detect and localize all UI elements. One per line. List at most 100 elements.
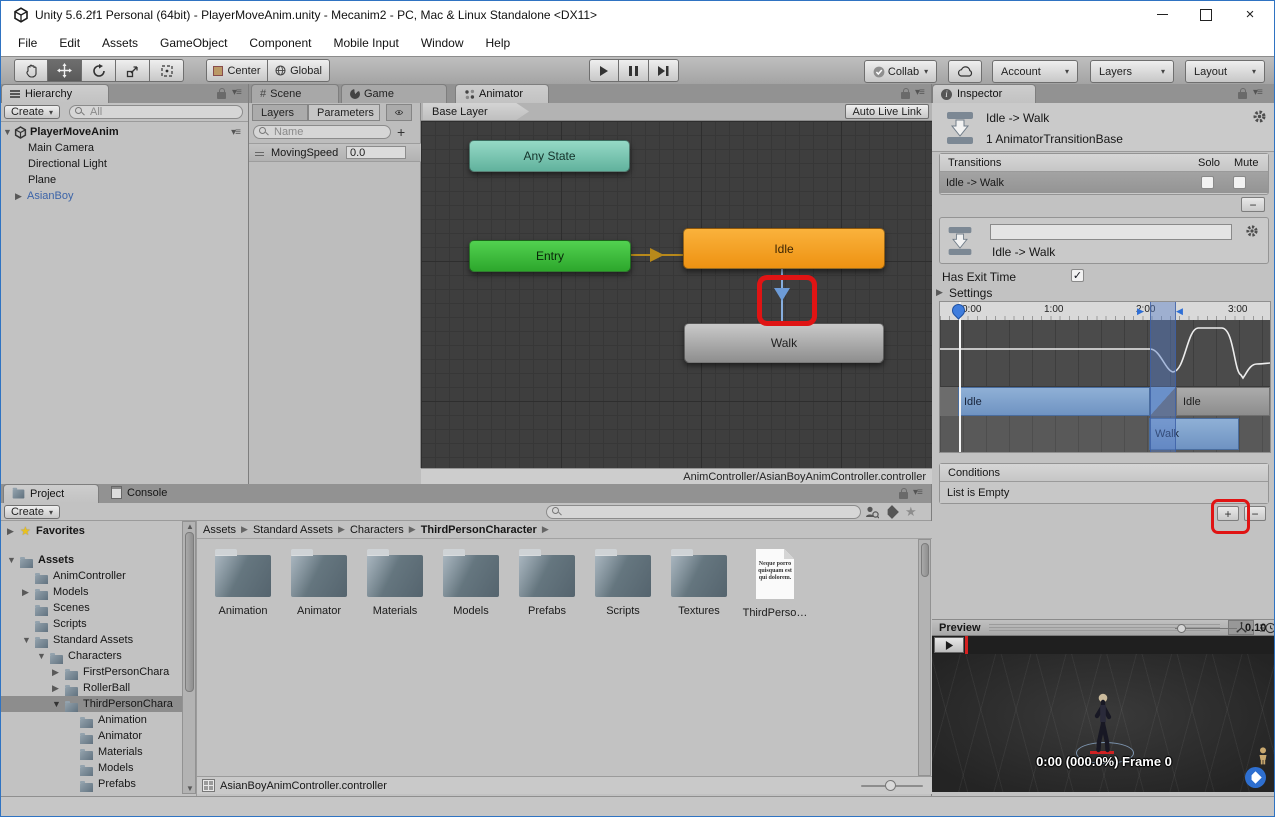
scroll-down-icon[interactable]: ▼ bbox=[186, 784, 194, 793]
settings-label[interactable]: Settings bbox=[949, 286, 992, 300]
tree-item-thirdpersoncharacter-selected[interactable]: ▼ThirdPersonChara bbox=[1, 696, 197, 712]
idle-next-clip-bar[interactable]: Idle bbox=[1176, 387, 1270, 416]
gear-icon[interactable] bbox=[1245, 224, 1259, 238]
crumb-characters[interactable]: Characters bbox=[350, 524, 404, 536]
cloud-button[interactable] bbox=[948, 60, 982, 83]
hierarchy-item-main-camera[interactable]: Main Camera bbox=[1, 140, 248, 156]
preview-play-button[interactable] bbox=[934, 637, 964, 653]
menu-gameobject[interactable]: GameObject bbox=[149, 36, 238, 50]
preview-speed-slider-knob[interactable] bbox=[1177, 624, 1186, 633]
project-search-input[interactable] bbox=[565, 505, 855, 519]
layers-tab[interactable]: Layers bbox=[252, 104, 308, 121]
step-button[interactable] bbox=[649, 59, 679, 82]
transition-name-field[interactable] bbox=[990, 224, 1232, 240]
folder-scripts[interactable]: Scripts bbox=[587, 547, 659, 617]
animator-view-tab[interactable]: Animator bbox=[455, 84, 549, 103]
hierarchy-item-asianboy[interactable]: ▶ AsianBoy bbox=[1, 188, 248, 204]
tree-item-animcontroller[interactable]: AnimController bbox=[1, 568, 181, 584]
tree-item-assets[interactable]: ▼Assets bbox=[1, 552, 181, 568]
hand-tool-button[interactable] bbox=[14, 59, 48, 82]
crumb-standard-assets[interactable]: Standard Assets bbox=[253, 524, 333, 536]
grid-scrollbar-thumb[interactable] bbox=[921, 543, 929, 577]
gear-icon[interactable] bbox=[1252, 109, 1267, 124]
pivot-global-button[interactable]: Global bbox=[268, 59, 330, 82]
hierarchy-create-button[interactable]: Create▾ bbox=[4, 105, 60, 119]
layers-button[interactable]: Layers▾ bbox=[1090, 60, 1174, 83]
tag-button[interactable] bbox=[1245, 767, 1266, 788]
hierarchy-item-directional-light[interactable]: Directional Light bbox=[1, 156, 248, 172]
settings-foldout-icon[interactable]: ▶ bbox=[936, 287, 943, 298]
project-create-button[interactable]: Create▾ bbox=[4, 505, 60, 519]
playhead-line[interactable] bbox=[959, 302, 961, 452]
panel-menu-icon[interactable]: ▾≡ bbox=[1253, 87, 1262, 98]
tree-item-animation[interactable]: Animation bbox=[1, 712, 181, 728]
tree-item-rollerball[interactable]: ▶RollerBall bbox=[1, 680, 181, 696]
game-view-tab[interactable]: Game bbox=[341, 84, 447, 103]
close-button[interactable]: × bbox=[1228, 1, 1272, 28]
search-by-label-icon[interactable] bbox=[885, 505, 899, 519]
scroll-up-icon[interactable]: ▲ bbox=[186, 522, 194, 531]
parameters-tab[interactable]: Parameters bbox=[308, 104, 380, 121]
tree-item-characters[interactable]: ▼Characters bbox=[1, 648, 181, 664]
collab-button[interactable]: Collab▾ bbox=[864, 60, 937, 83]
pivot-center-button[interactable]: Center bbox=[206, 59, 268, 82]
tree-item-firstpersoncharacter[interactable]: ▶FirstPersonChara bbox=[1, 664, 181, 680]
remove-condition-button[interactable]: − bbox=[1244, 506, 1266, 521]
folder-textures[interactable]: Textures bbox=[663, 547, 735, 617]
breadcrumb-base-layer[interactable]: Base Layer bbox=[423, 103, 529, 120]
hierarchy-item-plane[interactable]: Plane bbox=[1, 172, 248, 188]
menu-window[interactable]: Window bbox=[410, 36, 475, 50]
crumb-thirdpersoncharacter[interactable]: ThirdPersonCharacter bbox=[421, 524, 537, 536]
folder-materials[interactable]: Materials bbox=[359, 547, 431, 617]
folder-animator[interactable]: Animator bbox=[283, 547, 355, 617]
account-button[interactable]: Account▾ bbox=[992, 60, 1078, 83]
parameter-search-input[interactable] bbox=[272, 125, 385, 139]
folder-models[interactable]: Models bbox=[435, 547, 507, 617]
transition-start-marker[interactable]: ▶ bbox=[1137, 306, 1144, 317]
lock-icon[interactable] bbox=[899, 492, 908, 499]
foldout-open-icon[interactable]: ▼ bbox=[3, 127, 14, 137]
tree-item-standard-assets[interactable]: ▼Standard Assets bbox=[1, 632, 181, 648]
folder-animation[interactable]: Animation bbox=[207, 547, 279, 617]
menu-mobile-input[interactable]: Mobile Input bbox=[322, 36, 409, 50]
tree-item-prefabs[interactable]: Prefabs bbox=[1, 776, 181, 792]
grid-scrollbar[interactable] bbox=[918, 539, 931, 776]
tree-item-scenes[interactable]: Scenes bbox=[1, 600, 181, 616]
add-condition-button[interactable]: + bbox=[1217, 506, 1239, 521]
solo-checkbox[interactable] bbox=[1201, 176, 1214, 189]
lock-icon[interactable] bbox=[901, 92, 910, 99]
tree-scrollbar-thumb[interactable] bbox=[185, 532, 194, 692]
crumb-assets[interactable]: Assets bbox=[203, 524, 236, 536]
mute-checkbox[interactable] bbox=[1233, 176, 1246, 189]
project-tab[interactable]: Project bbox=[3, 484, 99, 503]
rotate-tool-button[interactable] bbox=[82, 59, 116, 82]
timeline-ruler[interactable]: 0:00 1:00 2:00 3:00 ▶ ◀ bbox=[940, 302, 1270, 320]
play-button[interactable] bbox=[589, 59, 619, 82]
layout-button[interactable]: Layout▾ bbox=[1185, 60, 1265, 83]
tree-scrollbar[interactable]: ▲ ▼ bbox=[182, 521, 196, 794]
pause-button[interactable] bbox=[619, 59, 649, 82]
foldout-closed-icon[interactable]: ▶ bbox=[15, 191, 27, 202]
transition-end-marker[interactable]: ◀ bbox=[1176, 306, 1183, 317]
preview-playhead-marker[interactable] bbox=[965, 636, 968, 654]
asset-thirdperson-textfile[interactable]: Neque porro quisquam est qui dolorem. Th… bbox=[739, 547, 811, 619]
walk-track[interactable]: Walk bbox=[940, 416, 1270, 452]
inspector-tab[interactable]: i Inspector bbox=[932, 84, 1036, 103]
state-entry[interactable]: Entry bbox=[469, 240, 631, 272]
tree-item-materials[interactable]: Materials bbox=[1, 744, 181, 760]
has-exit-time-checkbox[interactable]: ✓ bbox=[1071, 269, 1084, 282]
thumbnail-zoom-slider-knob[interactable] bbox=[885, 780, 896, 791]
preview-3d-viewport[interactable]: 0:00 (000.0%) Frame 0 bbox=[932, 654, 1275, 792]
minimize-button[interactable] bbox=[1140, 1, 1184, 28]
lock-icon[interactable] bbox=[217, 92, 226, 99]
auto-live-link-button[interactable]: Auto Live Link bbox=[845, 104, 929, 119]
drag-handle-icon[interactable] bbox=[255, 152, 264, 154]
idle-track[interactable]: Idle Idle bbox=[940, 386, 1270, 416]
remove-transition-button[interactable]: − bbox=[1241, 197, 1265, 212]
favorites-star-icon[interactable]: ★ bbox=[905, 504, 917, 520]
avatar-pivot-icon[interactable] bbox=[1257, 747, 1269, 765]
transition-region-overlay[interactable] bbox=[1150, 302, 1176, 452]
project-search[interactable] bbox=[546, 505, 861, 519]
folder-prefabs[interactable]: Prefabs bbox=[511, 547, 583, 617]
tree-item-models2[interactable]: Models bbox=[1, 760, 181, 776]
